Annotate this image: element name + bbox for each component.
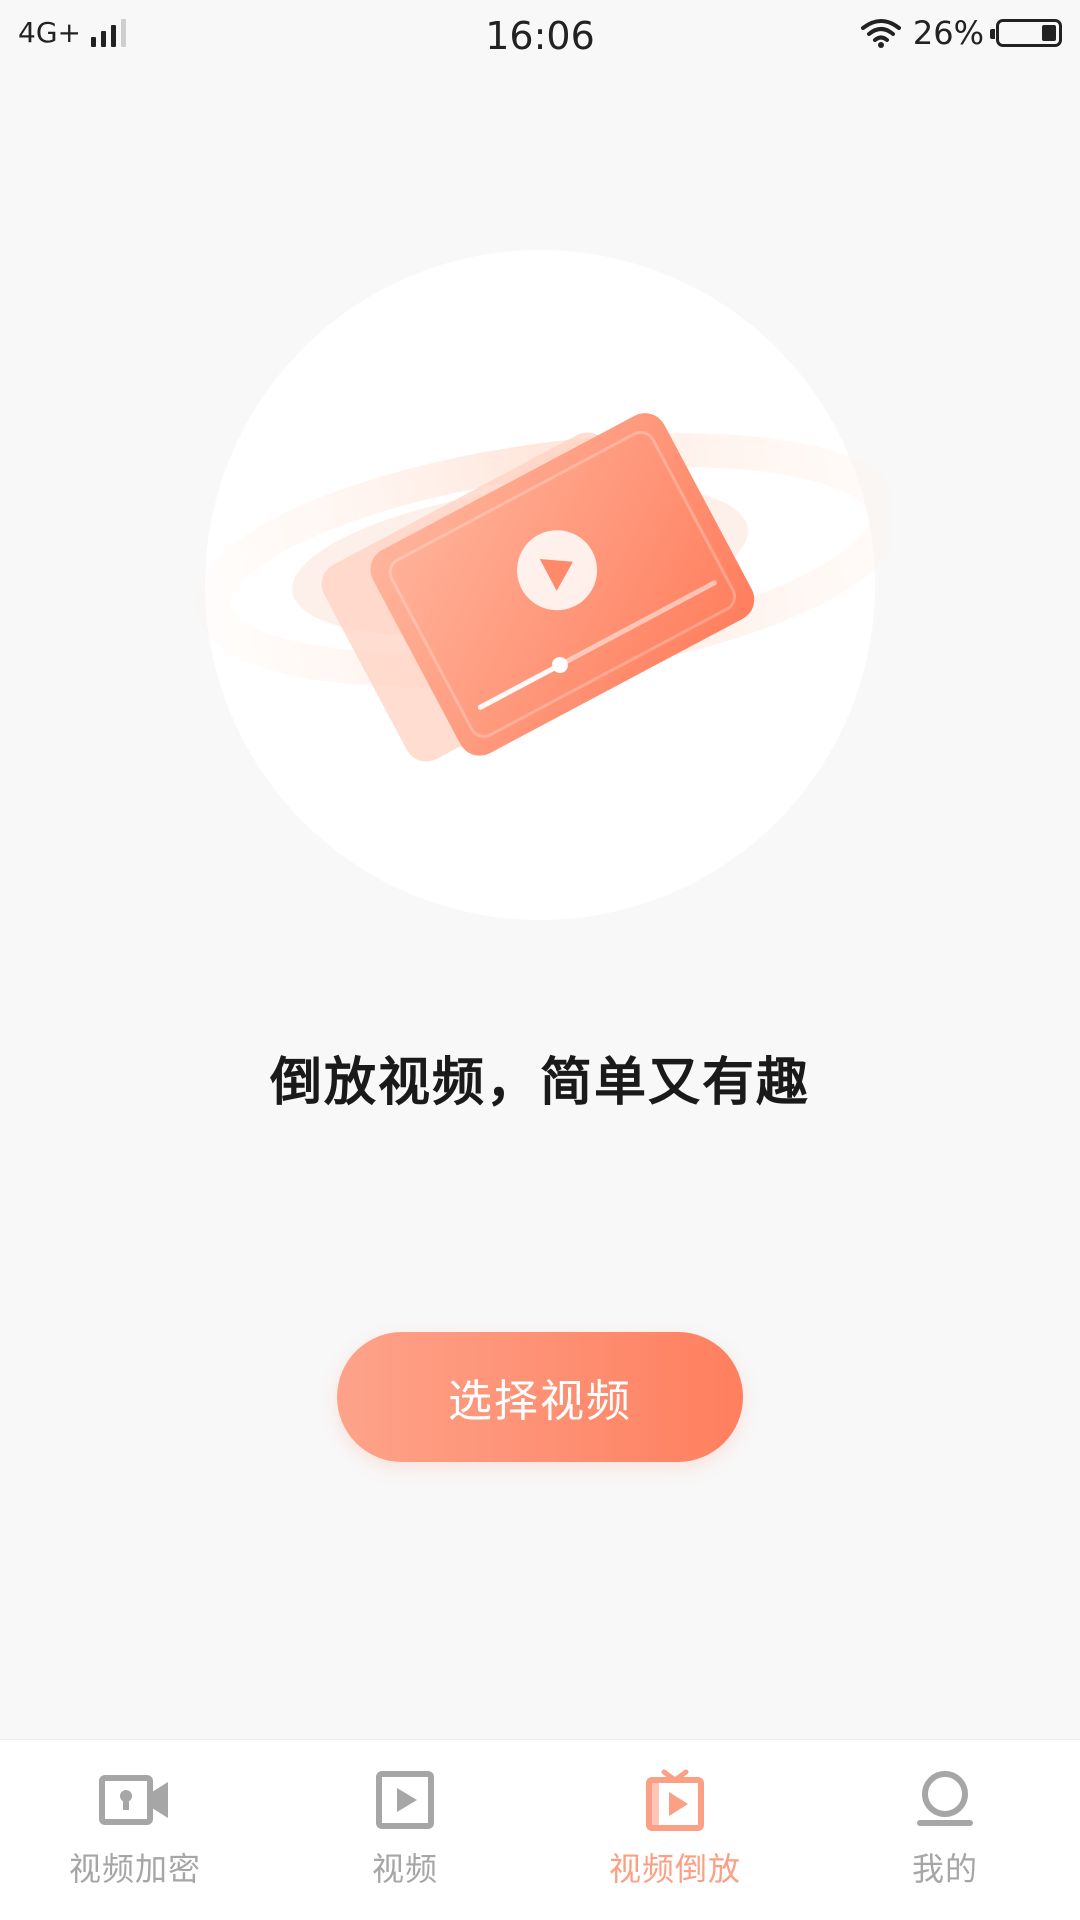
video-lock-icon: [99, 1775, 168, 1825]
page-slogan: 倒放视频，简单又有趣: [269, 1053, 810, 1113]
status-bar: 4G+ 16:06 26%: [0, 0, 1080, 80]
video-illustration-icon: [196, 413, 890, 762]
nav-item-profile[interactable]: 我的: [810, 1740, 1080, 1920]
nav-item-video[interactable]: 视频: [270, 1740, 540, 1920]
bottom-nav: 视频加密 视频 视频倒放 我的: [0, 1739, 1080, 1920]
nav-item-video-encrypt[interactable]: 视频加密: [0, 1740, 270, 1920]
nav-label-profile: 我的: [911, 1850, 978, 1888]
choose-video-button[interactable]: 选择视频: [337, 1332, 743, 1462]
battery-icon: [990, 19, 1062, 47]
nav-label-video-encrypt: 视频加密: [68, 1850, 201, 1888]
system-status: 26%: [860, 14, 1062, 52]
video-reverse-icon: [646, 1769, 704, 1831]
nav-item-video-reverse[interactable]: 视频倒放: [540, 1740, 810, 1920]
play-icon: [376, 1771, 434, 1829]
app-screen: 4G+ 16:06 26% 倒放视频，简单又有趣 选择视频 视频加密 视频 视频…: [0, 0, 1080, 1920]
nav-label-video: 视频: [371, 1850, 438, 1888]
profile-icon: [917, 1771, 973, 1826]
battery-percent: 26%: [912, 14, 984, 52]
wifi-icon: [860, 19, 901, 48]
nav-label-video-reverse: 视频倒放: [608, 1850, 741, 1888]
